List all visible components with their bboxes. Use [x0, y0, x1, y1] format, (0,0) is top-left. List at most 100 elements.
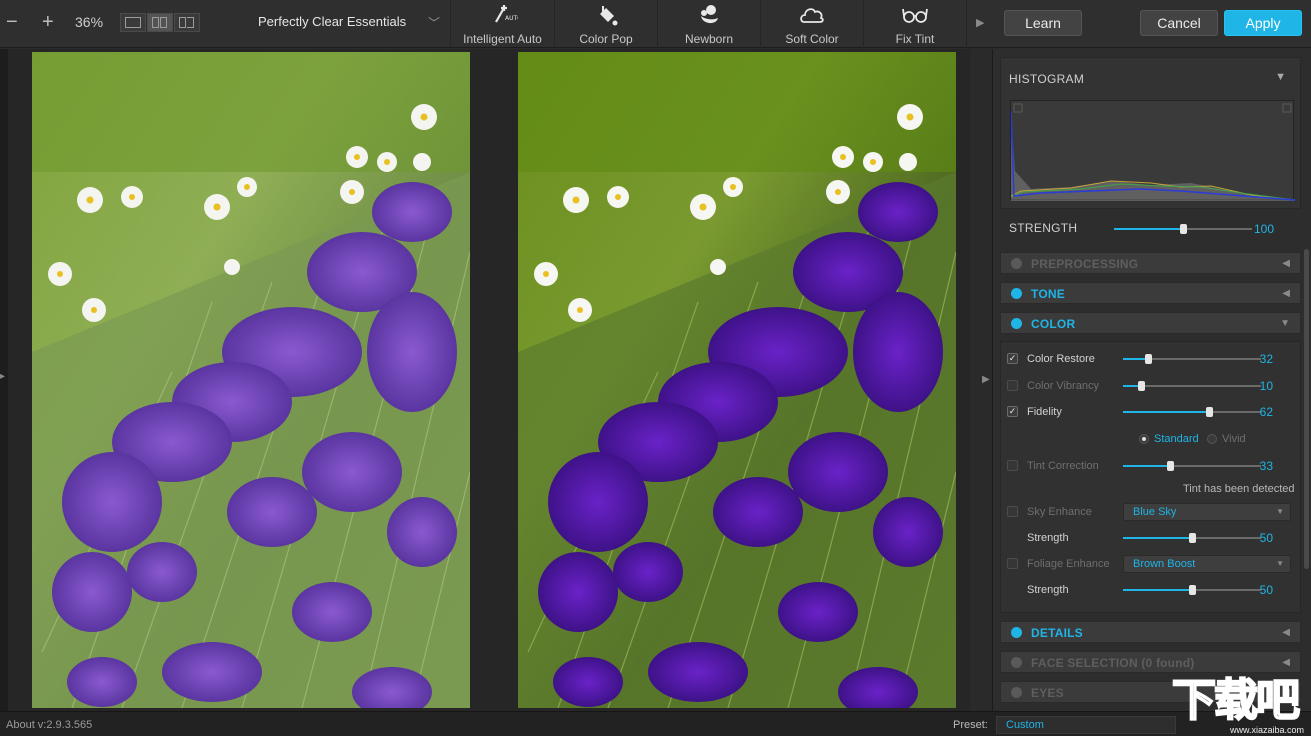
preset-label: Intelligent Auto — [463, 32, 542, 46]
sky-strength-label: Strength — [1027, 532, 1069, 544]
section-title: TONE — [1031, 287, 1065, 301]
collapse-left-icon: ◀ — [1282, 657, 1290, 668]
section-color[interactable]: COLOR ▼ — [1000, 312, 1301, 334]
panel-scrollbar[interactable] — [1304, 249, 1309, 569]
sky-strength-slider[interactable] — [1123, 532, 1261, 544]
strength-slider[interactable] — [1114, 223, 1252, 235]
view-single-button[interactable] — [120, 13, 146, 32]
learn-button[interactable]: Learn — [1004, 10, 1082, 36]
preset-group-dropdown[interactable]: Perfectly Clear Essentials ﹀ — [222, 0, 448, 48]
foliage-enhance-checkbox[interactable] — [1007, 558, 1018, 569]
preset-intelligent-auto[interactable]: AUTO Intelligent Auto — [450, 0, 554, 48]
toggle-dot-icon[interactable] — [1011, 687, 1022, 698]
color-restore-label: Color Restore — [1027, 353, 1095, 365]
histogram-title: HISTOGRAM — [1009, 72, 1085, 86]
sky-enhance-label: Sky Enhance — [1027, 506, 1092, 518]
preset-soft-color[interactable]: Soft Color — [760, 0, 863, 48]
section-tone[interactable]: TONE ◀ — [1000, 282, 1301, 304]
fidelity-vivid-radio[interactable] — [1207, 434, 1217, 444]
slider-thumb[interactable] — [1144, 354, 1152, 364]
slider-thumb[interactable] — [1137, 381, 1145, 391]
view-side-by-side-button[interactable] — [174, 13, 200, 32]
right-panel-toggle-icon[interactable]: ▶ — [982, 374, 990, 385]
section-title: PREPROCESSING — [1031, 257, 1139, 271]
preset-label: Soft Color — [785, 32, 839, 46]
tint-correction-label: Tint Correction — [1027, 460, 1099, 472]
section-preprocessing[interactable]: PREPROCESSING ◀ — [1000, 252, 1301, 274]
view-split-button[interactable] — [147, 13, 173, 32]
foliage-enhance-label: Foliage Enhance — [1027, 558, 1110, 570]
plus-icon[interactable]: + — [42, 10, 54, 34]
collapse-left-icon: ◀ — [1282, 288, 1290, 299]
slider-thumb[interactable] — [1189, 585, 1196, 595]
color-section-body: ✓ Color Restore 32 Color Vibrancy 10 ✓ F… — [1000, 341, 1301, 613]
slider-thumb[interactable] — [1189, 533, 1196, 543]
adjustments-panel: HISTOGRAM ▼ STRENGTH 100 PREPROCESSING ◀… — [992, 49, 1311, 711]
apply-button[interactable]: Apply — [1224, 10, 1302, 36]
preset-select[interactable]: Custom — [996, 716, 1176, 734]
tint-correction-slider[interactable] — [1123, 460, 1261, 472]
color-restore-slider[interactable] — [1123, 353, 1261, 365]
toggle-dot-icon[interactable] — [1011, 657, 1022, 668]
toggle-dot-icon[interactable] — [1011, 318, 1022, 329]
color-vibrancy-value: 10 — [1259, 379, 1273, 393]
color-restore-checkbox[interactable]: ✓ — [1007, 353, 1018, 364]
image-canvas: ▸ ▶ — [0, 49, 992, 711]
tint-detected-note: Tint has been detected — [1183, 483, 1295, 495]
preset-group-label: Perfectly Clear Essentials — [258, 14, 407, 29]
preset-label: Color Pop — [579, 32, 633, 46]
fidelity-vivid-label: Vivid — [1222, 433, 1246, 445]
preset-color-pop[interactable]: Color Pop — [554, 0, 657, 48]
section-title: FACE SELECTION (0 found) — [1031, 656, 1195, 670]
single-view-icon — [125, 17, 141, 28]
zoom-level: 36% — [75, 14, 104, 30]
section-face-selection[interactable]: FACE SELECTION (0 found) ◀ — [1000, 651, 1301, 673]
section-title: DETAILS — [1031, 626, 1083, 640]
about-version-link[interactable]: About v:2.9.3.565 — [6, 719, 92, 731]
original-photo — [32, 52, 470, 708]
cloud-icon — [800, 8, 824, 23]
preset-fix-tint[interactable]: Fix Tint — [863, 0, 967, 48]
split-view-icon — [152, 17, 159, 28]
chevron-down-icon: ▼ — [1276, 507, 1284, 516]
strength-value: 100 — [1253, 222, 1274, 236]
section-title: COLOR — [1031, 317, 1076, 331]
sky-enhance-value: Blue Sky — [1133, 506, 1177, 518]
section-details[interactable]: DETAILS ◀ — [1000, 621, 1301, 643]
foliage-enhance-dropdown[interactable]: Brown Boost ▼ — [1123, 555, 1291, 573]
fidelity-value: 62 — [1259, 405, 1273, 419]
baby-icon — [701, 5, 718, 24]
collapse-down-icon[interactable]: ▼ — [1275, 71, 1286, 83]
sky-enhance-dropdown[interactable]: Blue Sky ▼ — [1123, 503, 1291, 521]
tint-correction-value: 33 — [1259, 459, 1273, 473]
presets-scroll-right-icon[interactable]: ▶ — [976, 16, 984, 29]
slider-thumb[interactable] — [1166, 461, 1174, 471]
preset-newborn[interactable]: Newborn — [657, 0, 760, 48]
collapse-down-icon: ▼ — [1280, 318, 1290, 329]
sky-strength-value: 50 — [1259, 531, 1273, 545]
foliage-strength-slider[interactable] — [1123, 584, 1261, 596]
cancel-button[interactable]: Cancel — [1140, 10, 1218, 36]
slider-thumb[interactable] — [1180, 224, 1187, 234]
watermark-domain: www.xiazaiba.com — [1230, 725, 1305, 735]
fidelity-checkbox[interactable]: ✓ — [1007, 406, 1018, 417]
color-restore-value: 32 — [1259, 352, 1273, 366]
watermark-logo: 下载吧 www.xiazaiba.com — [1171, 675, 1311, 736]
left-panel-toggle-icon[interactable]: ▸ — [0, 371, 5, 382]
color-vibrancy-slider[interactable] — [1123, 380, 1261, 392]
fidelity-slider[interactable] — [1123, 406, 1261, 418]
color-vibrancy-checkbox[interactable] — [1007, 380, 1018, 391]
top-toolbar: − + 36% Perfectly Clear Essentials ﹀ AUT… — [0, 0, 1311, 48]
fidelity-standard-radio[interactable] — [1139, 434, 1149, 444]
minus-icon[interactable]: − — [6, 10, 18, 34]
toggle-dot-icon[interactable] — [1011, 627, 1022, 638]
tint-correction-checkbox[interactable] — [1007, 460, 1018, 471]
sky-enhance-checkbox[interactable] — [1007, 506, 1018, 517]
section-title: EYES — [1031, 686, 1064, 700]
toggle-dot-icon[interactable] — [1011, 288, 1022, 299]
toggle-dot-icon[interactable] — [1011, 258, 1022, 269]
slider-thumb[interactable] — [1205, 407, 1213, 417]
strength-label: STRENGTH — [1009, 221, 1078, 235]
chevron-down-icon: ▼ — [1276, 559, 1284, 568]
preset-label: Preset: — [953, 719, 988, 731]
